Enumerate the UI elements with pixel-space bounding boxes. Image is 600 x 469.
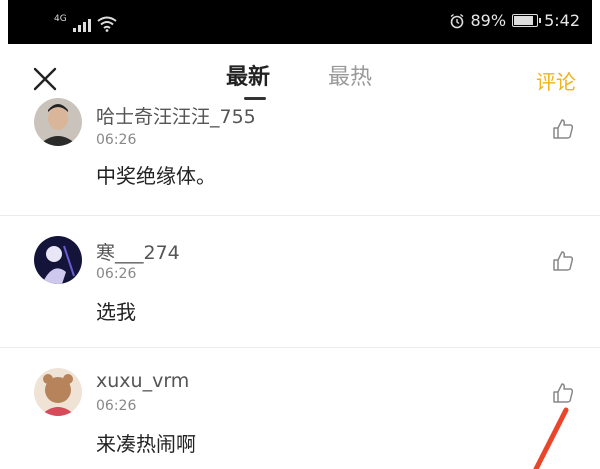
- avatar[interactable]: [34, 368, 82, 416]
- comment-list: 哈士奇汪汪汪_755 06:26 中奖绝缘体。 寒___274 06:26 选我: [0, 98, 600, 469]
- battery-percent: 89%: [470, 11, 507, 30]
- clock: 5:42: [544, 11, 580, 30]
- app-screen: 4G 89% 5:42 最新 最热 评论 哈士奇汪汪汪_755 06:26 中奖…: [0, 0, 600, 469]
- comment-item: 寒___274 06:26 选我: [0, 216, 600, 348]
- thumbs-up-icon[interactable]: [552, 382, 574, 404]
- comment-item: 哈士奇汪汪汪_755 06:26 中奖绝缘体。: [0, 98, 600, 216]
- tab-hot[interactable]: 最热: [328, 64, 372, 92]
- tab-latest[interactable]: 最新: [226, 64, 270, 92]
- comment-username[interactable]: xuxu_vrm: [96, 370, 189, 392]
- comment-time: 06:26: [96, 266, 137, 282]
- comments-header: 最新 最热 评论: [0, 44, 600, 110]
- close-icon[interactable]: [32, 66, 58, 92]
- thumbs-up-icon[interactable]: [552, 250, 574, 272]
- comment-text: 来凑热闹啊: [96, 432, 196, 456]
- comment-username[interactable]: 寒___274: [96, 238, 180, 265]
- thumbs-up-icon[interactable]: [552, 118, 574, 140]
- comment-item: xuxu_vrm 06:26 来凑热闹啊: [0, 348, 600, 469]
- comment-text: 选我: [96, 300, 136, 324]
- tab-indicator: [244, 97, 266, 100]
- comment-time: 06:26: [96, 398, 137, 414]
- status-bar: 4G 89% 5:42: [8, 0, 592, 44]
- alarm-icon: [450, 13, 463, 28]
- avatar[interactable]: [34, 236, 82, 284]
- network-type: 4G: [54, 14, 67, 24]
- battery-icon: [512, 14, 542, 27]
- comment-button[interactable]: 评论: [536, 66, 576, 95]
- comment-username[interactable]: 哈士奇汪汪汪_755: [96, 102, 256, 129]
- wifi-icon: [97, 16, 117, 32]
- comment-text: 中奖绝缘体。: [96, 164, 216, 188]
- avatar[interactable]: [34, 98, 82, 146]
- signal-icon: [72, 18, 91, 32]
- comment-time: 06:26: [96, 132, 137, 148]
